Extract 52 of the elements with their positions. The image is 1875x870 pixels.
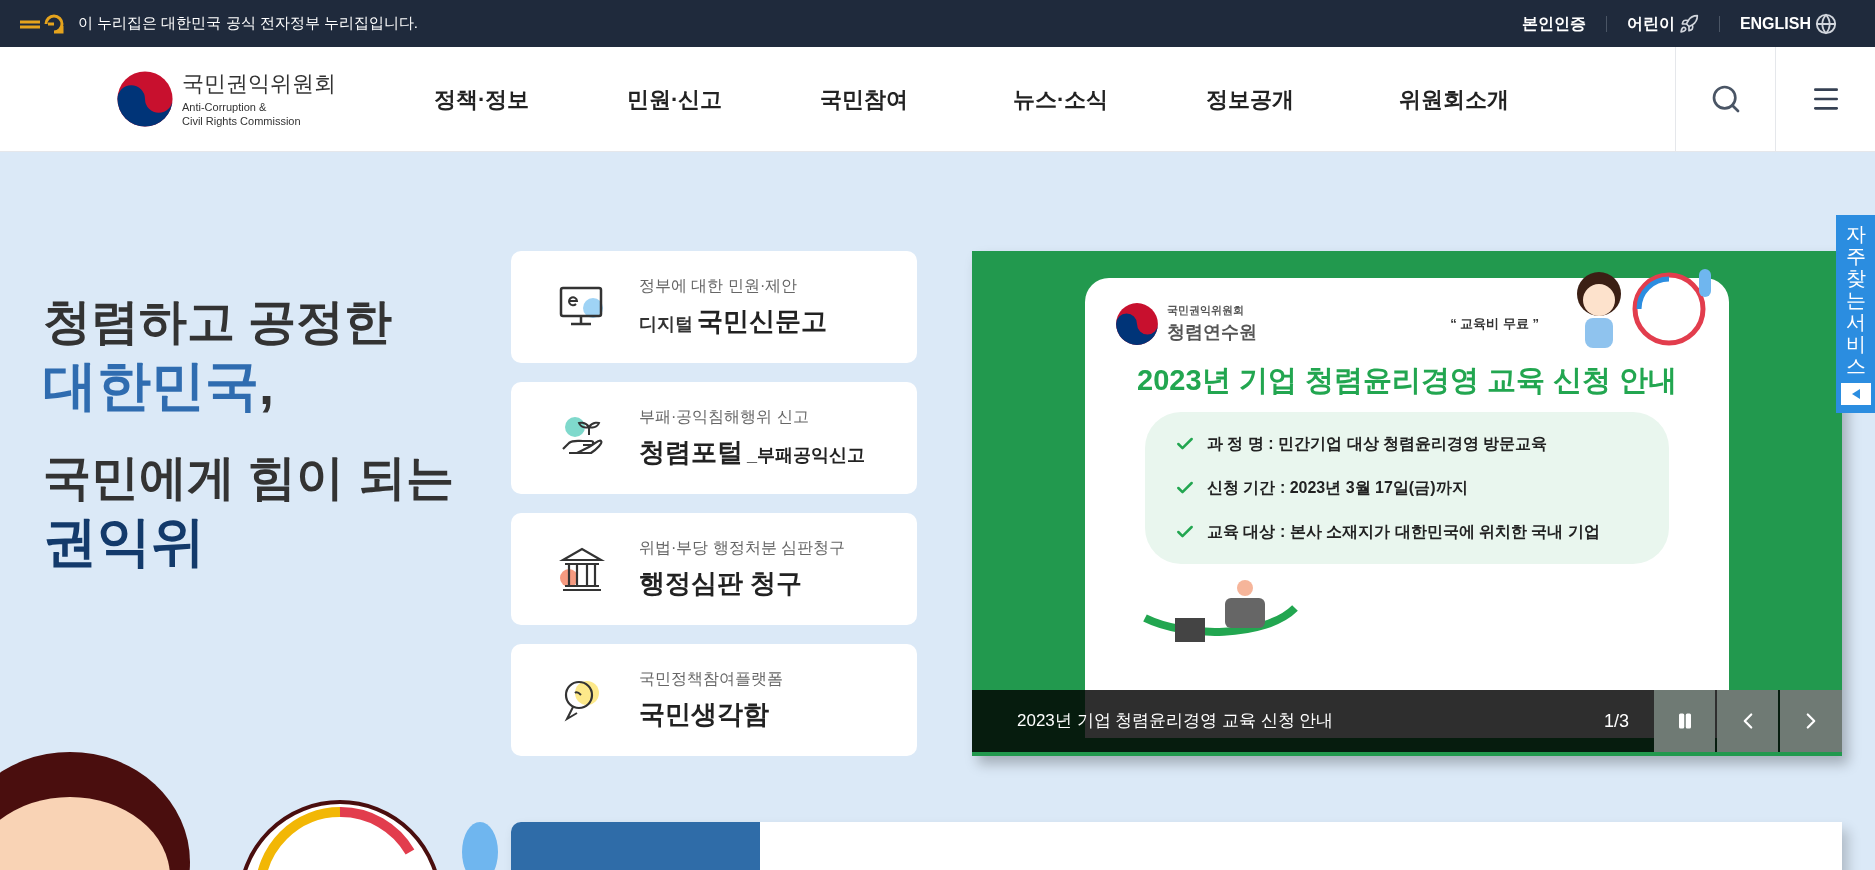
logo-subtitle: Civil Rights Commission	[182, 114, 302, 129]
nav-menu-item[interactable]: 국민참여	[820, 82, 1013, 116]
nav-menu-item[interactable]: 민원·신고	[627, 82, 820, 116]
hero-highlight: 대한민국,	[43, 354, 275, 417]
globe-icon	[1815, 12, 1837, 35]
site-logo[interactable]: 국민권익위원회 Anti-Corruption & Civil Rights Commission	[116, 47, 386, 151]
card-subtitle: 정부에 대한 민원·제안	[639, 275, 799, 296]
monitor-icon	[559, 286, 605, 328]
news-tab[interactable]	[511, 822, 760, 870]
bank-building-icon	[559, 546, 605, 592]
hero-line: 국민에게 힘이 되는	[43, 449, 455, 506]
card-title: 청렴포털	[639, 435, 743, 469]
caret-icon	[1851, 389, 1860, 399]
hero-line: 청렴하고 공정한	[43, 294, 394, 350]
quick-link-card[interactable]: 정부에 대한 민원·제안 디지털 국민신문고	[511, 251, 917, 363]
nav-menu-item[interactable]: 정책·정보	[434, 82, 627, 116]
logo-subtitle: Anti-Corruption &	[182, 101, 268, 115]
utility-link[interactable]: ENGLISH	[1739, 11, 1837, 36]
poster-tagline: “ 교육비 무료 ”	[1450, 315, 1539, 334]
poster-org-small: 국민권익위원회	[1167, 303, 1245, 319]
card-prefix: 디지털	[639, 312, 693, 336]
quick-link-card[interactable]: 부패·공익침해행위 신고 청렴포털_부패공익신고	[511, 382, 917, 494]
rocket-icon	[1678, 13, 1699, 34]
poster-info-text: 신청 기간 : 2023년 3월 17일(금)까지	[1207, 477, 1468, 498]
card-subtitle: 위법·부당 행정처분 심판청구	[639, 537, 846, 558]
pause-button[interactable]	[1654, 690, 1715, 752]
quick-link-card[interactable]: 위법·부당 행정처분 심판청구 행정심판 청구	[511, 513, 917, 625]
poster-heading: 2023년 기업 청렴윤리경영 교육 신청 안내	[1136, 363, 1678, 398]
utility-link[interactable]: 본인인증	[1521, 11, 1586, 36]
logo-title: 국민권익위원회	[182, 69, 336, 97]
card-suffix: _부패공익신고	[747, 443, 865, 467]
nav-menu-item[interactable]: 정보공개	[1206, 82, 1399, 116]
frequent-services-tab[interactable]: 자주찾는서비스	[1836, 215, 1875, 413]
hero-highlight: 권익위	[43, 509, 206, 573]
card-subtitle: 부패·공익침해행위 신고	[639, 406, 810, 427]
emblem-icon	[1115, 302, 1159, 346]
nav-menu-item[interactable]: 위원회소개	[1399, 82, 1592, 116]
utility-link[interactable]: 어린이	[1626, 11, 1699, 36]
nav-menu-item[interactable]: 뉴스·소식	[1013, 82, 1206, 116]
slide-caption: 2023년 기업 청렴윤리경영 교육 신청 안내	[1017, 710, 1334, 733]
next-button[interactable]	[1780, 690, 1842, 752]
card-title: 행정심판 청구	[639, 566, 803, 600]
quick-link-card[interactable]: 국민정책참여플랫폼 국민생각함	[511, 644, 917, 756]
card-title: 국민신문고	[697, 304, 827, 338]
card-title: 국민생각함	[639, 697, 769, 731]
government-notice: 이 누리집은 대한민국 공식 전자정부 누리집입니다.	[78, 13, 418, 34]
slide-counter: 1/3	[1603, 709, 1629, 733]
emblem-icon	[116, 70, 174, 128]
poster-org: 청렴연수원	[1167, 320, 1257, 344]
card-subtitle: 국민정책참여플랫폼	[639, 668, 783, 689]
poster-info-text: 과 정 명 : 민간기업 대상 청렴윤리경영 방문교육	[1207, 433, 1548, 454]
poster-info-text: 교육 대상 : 본사 소재지가 대한민국에 위치한 국내 기업	[1207, 521, 1600, 542]
